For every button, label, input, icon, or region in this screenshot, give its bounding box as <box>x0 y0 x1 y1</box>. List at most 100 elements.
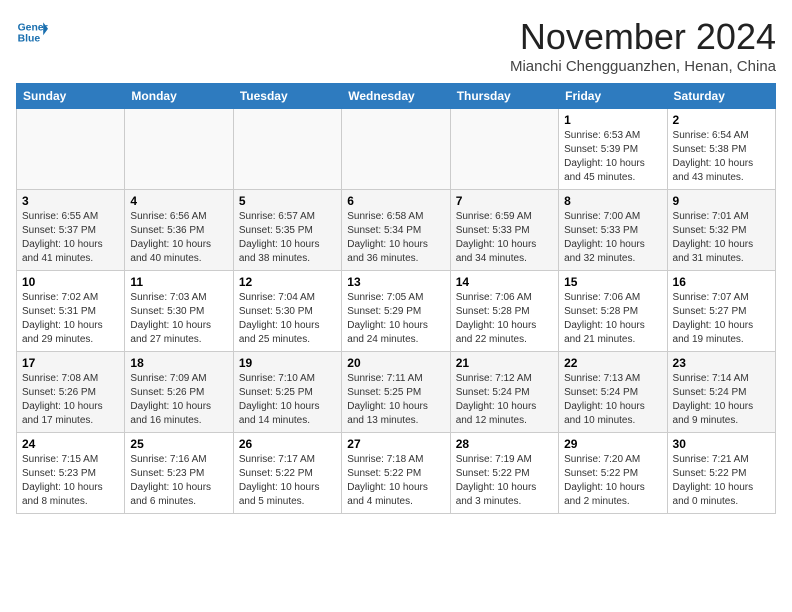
calendar-cell <box>342 109 450 190</box>
day-number: 6 <box>347 194 444 208</box>
location-subtitle: Mianchi Chengguanzhen, Henan, China <box>510 58 776 75</box>
calendar-cell: 11 Sunrise: 7:03 AM Sunset: 5:30 PM Dayli… <box>125 271 233 352</box>
calendar-cell: 23 Sunrise: 7:14 AM Sunset: 5:24 PM Dayli… <box>667 352 775 433</box>
day-info: Sunrise: 7:07 AM Sunset: 5:27 PM Dayligh… <box>673 291 770 347</box>
weekday-header: Friday <box>559 84 667 109</box>
calendar-cell: 3 Sunrise: 6:55 AM Sunset: 5:37 PM Daylig… <box>17 190 125 271</box>
weekday-header: Wednesday <box>342 84 450 109</box>
day-number: 12 <box>239 275 336 289</box>
day-info: Sunrise: 7:21 AM Sunset: 5:22 PM Dayligh… <box>673 453 770 509</box>
page-header: General Blue November 2024 Mianchi Cheng… <box>16 16 776 75</box>
weekday-header: Thursday <box>450 84 558 109</box>
calendar-cell: 19 Sunrise: 7:10 AM Sunset: 5:25 PM Dayli… <box>233 352 341 433</box>
title-block: November 2024 Mianchi Chengguanzhen, Hen… <box>510 16 776 75</box>
day-info: Sunrise: 7:20 AM Sunset: 5:22 PM Dayligh… <box>564 453 661 509</box>
calendar-cell: 24Sunrise: 7:15 AM Sunset: 5:23 PM Dayli… <box>17 433 125 514</box>
weekday-header: Tuesday <box>233 84 341 109</box>
day-number: 22 <box>564 356 661 370</box>
calendar-cell: 18Sunrise: 7:09 AM Sunset: 5:26 PM Dayli… <box>125 352 233 433</box>
day-info: Sunrise: 6:58 AM Sunset: 5:34 PM Dayligh… <box>347 210 444 266</box>
day-info: Sunrise: 7:19 AM Sunset: 5:22 PM Dayligh… <box>456 453 553 509</box>
calendar-cell: 22 Sunrise: 7:13 AM Sunset: 5:24 PM Dayli… <box>559 352 667 433</box>
day-number: 2 <box>673 113 770 127</box>
calendar-cell: 16 Sunrise: 7:07 AM Sunset: 5:27 PM Dayli… <box>667 271 775 352</box>
day-info: Sunrise: 7:16 AM Sunset: 5:23 PM Dayligh… <box>130 453 227 509</box>
day-number: 13 <box>347 275 444 289</box>
calendar-header-row: SundayMondayTuesdayWednesdayThursdayFrid… <box>17 84 776 109</box>
day-number: 23 <box>673 356 770 370</box>
day-number: 30 <box>673 437 770 451</box>
day-number: 10 <box>22 275 119 289</box>
calendar-week-row: 10 Sunrise: 7:02 AM Sunset: 5:31 PM Dayli… <box>17 271 776 352</box>
day-number: 14 <box>456 275 553 289</box>
calendar-cell: 10 Sunrise: 7:02 AM Sunset: 5:31 PM Dayli… <box>17 271 125 352</box>
calendar-cell: 25 Sunrise: 7:16 AM Sunset: 5:23 PM Dayli… <box>125 433 233 514</box>
calendar-cell: 8 Sunrise: 7:00 AM Sunset: 5:33 PM Daylig… <box>559 190 667 271</box>
day-number: 5 <box>239 194 336 208</box>
day-info: Sunrise: 7:05 AM Sunset: 5:29 PM Dayligh… <box>347 291 444 347</box>
calendar-cell: 30 Sunrise: 7:21 AM Sunset: 5:22 PM Dayli… <box>667 433 775 514</box>
day-info: Sunrise: 6:55 AM Sunset: 5:37 PM Dayligh… <box>22 210 119 266</box>
calendar-cell: 4 Sunrise: 6:56 AM Sunset: 5:36 PM Daylig… <box>125 190 233 271</box>
day-info: Sunrise: 7:00 AM Sunset: 5:33 PM Dayligh… <box>564 210 661 266</box>
day-number: 1 <box>564 113 661 127</box>
day-info: Sunrise: 6:54 AM Sunset: 5:38 PM Dayligh… <box>673 129 770 185</box>
day-number: 21 <box>456 356 553 370</box>
calendar-cell: 29 Sunrise: 7:20 AM Sunset: 5:22 PM Dayli… <box>559 433 667 514</box>
day-info: Sunrise: 7:14 AM Sunset: 5:24 PM Dayligh… <box>673 372 770 428</box>
day-info: Sunrise: 7:06 AM Sunset: 5:28 PM Dayligh… <box>456 291 553 347</box>
day-number: 18 <box>130 356 227 370</box>
weekday-header: Sunday <box>17 84 125 109</box>
month-title: November 2024 <box>510 16 776 58</box>
day-number: 7 <box>456 194 553 208</box>
day-info: Sunrise: 7:12 AM Sunset: 5:24 PM Dayligh… <box>456 372 553 428</box>
logo: General Blue <box>16 16 48 48</box>
calendar-cell: 2 Sunrise: 6:54 AM Sunset: 5:38 PM Daylig… <box>667 109 775 190</box>
day-number: 29 <box>564 437 661 451</box>
calendar-week-row: 24Sunrise: 7:15 AM Sunset: 5:23 PM Dayli… <box>17 433 776 514</box>
day-info: Sunrise: 7:18 AM Sunset: 5:22 PM Dayligh… <box>347 453 444 509</box>
calendar-cell: 15Sunrise: 7:06 AM Sunset: 5:28 PM Dayli… <box>559 271 667 352</box>
day-info: Sunrise: 7:10 AM Sunset: 5:25 PM Dayligh… <box>239 372 336 428</box>
calendar-cell: 17 Sunrise: 7:08 AM Sunset: 5:26 PM Dayli… <box>17 352 125 433</box>
calendar-week-row: 3 Sunrise: 6:55 AM Sunset: 5:37 PM Daylig… <box>17 190 776 271</box>
day-number: 3 <box>22 194 119 208</box>
day-info: Sunrise: 7:11 AM Sunset: 5:25 PM Dayligh… <box>347 372 444 428</box>
day-info: Sunrise: 6:59 AM Sunset: 5:33 PM Dayligh… <box>456 210 553 266</box>
weekday-header: Saturday <box>667 84 775 109</box>
day-number: 9 <box>673 194 770 208</box>
day-number: 4 <box>130 194 227 208</box>
day-number: 20 <box>347 356 444 370</box>
day-info: Sunrise: 7:04 AM Sunset: 5:30 PM Dayligh… <box>239 291 336 347</box>
day-number: 8 <box>564 194 661 208</box>
day-info: Sunrise: 7:08 AM Sunset: 5:26 PM Dayligh… <box>22 372 119 428</box>
day-number: 28 <box>456 437 553 451</box>
day-info: Sunrise: 7:06 AM Sunset: 5:28 PM Dayligh… <box>564 291 661 347</box>
calendar-table: SundayMondayTuesdayWednesdayThursdayFrid… <box>16 83 776 514</box>
calendar-cell: 21 Sunrise: 7:12 AM Sunset: 5:24 PM Dayli… <box>450 352 558 433</box>
calendar-cell <box>233 109 341 190</box>
day-info: Sunrise: 7:17 AM Sunset: 5:22 PM Dayligh… <box>239 453 336 509</box>
calendar-cell: 14 Sunrise: 7:06 AM Sunset: 5:28 PM Dayli… <box>450 271 558 352</box>
calendar-cell <box>450 109 558 190</box>
day-number: 26 <box>239 437 336 451</box>
day-number: 27 <box>347 437 444 451</box>
calendar-cell: 5Sunrise: 6:57 AM Sunset: 5:35 PM Daylig… <box>233 190 341 271</box>
day-number: 25 <box>130 437 227 451</box>
day-info: Sunrise: 7:01 AM Sunset: 5:32 PM Dayligh… <box>673 210 770 266</box>
day-number: 17 <box>22 356 119 370</box>
calendar-week-row: 17 Sunrise: 7:08 AM Sunset: 5:26 PM Dayli… <box>17 352 776 433</box>
day-number: 16 <box>673 275 770 289</box>
day-info: Sunrise: 7:02 AM Sunset: 5:31 PM Dayligh… <box>22 291 119 347</box>
calendar-cell: 7 Sunrise: 6:59 AM Sunset: 5:33 PM Daylig… <box>450 190 558 271</box>
weekday-header: Monday <box>125 84 233 109</box>
day-number: 19 <box>239 356 336 370</box>
calendar-cell <box>125 109 233 190</box>
calendar-cell: 28 Sunrise: 7:19 AM Sunset: 5:22 PM Dayli… <box>450 433 558 514</box>
day-info: Sunrise: 7:03 AM Sunset: 5:30 PM Dayligh… <box>130 291 227 347</box>
day-number: 11 <box>130 275 227 289</box>
day-info: Sunrise: 6:56 AM Sunset: 5:36 PM Dayligh… <box>130 210 227 266</box>
day-number: 24 <box>22 437 119 451</box>
calendar-cell: 13 Sunrise: 7:05 AM Sunset: 5:29 PM Dayli… <box>342 271 450 352</box>
day-info: Sunrise: 7:13 AM Sunset: 5:24 PM Dayligh… <box>564 372 661 428</box>
